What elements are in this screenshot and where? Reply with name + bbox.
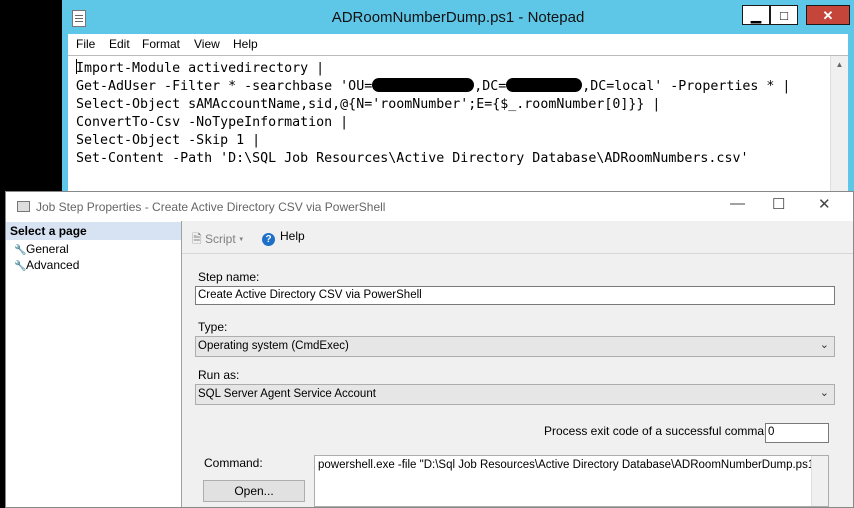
dialog-app-icon xyxy=(17,201,30,212)
chevron-down-icon[interactable]: ▾ xyxy=(239,232,243,246)
select-page-panel: Select a page 🔧General 🔧Advanced xyxy=(6,221,182,507)
scroll-up-arrow-icon[interactable]: ▲ xyxy=(831,56,848,73)
code-line-5: Select-Object -Skip 1 | xyxy=(76,133,261,148)
command-text: powershell.exe -file "D:\Sql Job Resourc… xyxy=(318,459,819,471)
job-step-properties-dialog: Job Step Properties - Create Active Dire… xyxy=(5,191,854,508)
code-line-2-part-1: Get-AdUser -Filter * -searchbase 'OU= xyxy=(76,79,373,94)
dialog-maximize-button[interactable]: ☐ xyxy=(772,195,785,213)
minimize-button[interactable]: ▁ xyxy=(742,5,770,25)
command-textarea[interactable]: powershell.exe -file "D:\Sql Job Resourc… xyxy=(314,455,829,507)
script-label: Script xyxy=(205,232,236,246)
step-name-input[interactable]: Create Active Directory CSV via PowerShe… xyxy=(195,286,835,305)
type-select-value: Operating system (CmdExec) xyxy=(198,340,349,352)
dialog-close-button[interactable]: ✕ xyxy=(818,195,831,213)
help-icon: ? xyxy=(262,233,275,246)
run-as-select[interactable]: SQL Server Agent Service Account ⌄ xyxy=(195,384,835,405)
menu-file[interactable]: File xyxy=(76,37,95,51)
type-select[interactable]: Operating system (CmdExec) ⌄ xyxy=(195,336,835,357)
code-line-1: Import-Module activedirectory | xyxy=(76,61,325,76)
open-button[interactable]: Open... xyxy=(203,480,305,502)
exit-code-label: Process exit code of a successful comman… xyxy=(544,424,781,438)
code-line-3: Select-Object sAMAccountName,sid,@{N='ro… xyxy=(76,97,661,112)
type-label: Type: xyxy=(198,320,228,334)
notepad-title: ADRoomNumberDump.ps1 - Notepad xyxy=(331,9,585,26)
menu-edit[interactable]: Edit xyxy=(109,37,130,51)
dialog-titlebar[interactable]: Job Step Properties - Create Active Dire… xyxy=(6,192,853,221)
menu-view[interactable]: View xyxy=(194,37,220,51)
notepad-menubar: File Edit Format View Help xyxy=(68,34,848,55)
command-label: Command: xyxy=(204,456,263,470)
redacted-ou xyxy=(372,78,475,92)
wrench-icon: 🔧 xyxy=(14,245,27,256)
notepad-text-area[interactable]: Import-Module activedirectory | Get-AdUs… xyxy=(68,55,848,201)
dialog-title: Job Step Properties - Create Active Dire… xyxy=(36,200,386,214)
chevron-down-icon: ⌄ xyxy=(819,339,829,351)
notepad-window: ADRoomNumberDump.ps1 - Notepad ▁ □ ✕ Fil… xyxy=(62,0,854,201)
page-general-label: General xyxy=(26,242,69,256)
notepad-titlebar[interactable]: ADRoomNumberDump.ps1 - Notepad ▁ □ ✕ xyxy=(62,0,854,36)
command-scrollbar[interactable] xyxy=(811,456,828,506)
select-page-header: Select a page xyxy=(6,222,181,240)
wrench-icon: 🔧 xyxy=(14,261,27,272)
step-name-label: Step name: xyxy=(198,270,260,284)
menu-format[interactable]: Format xyxy=(142,37,180,51)
script-icon: 🗎 xyxy=(192,232,202,246)
page-advanced-label: Advanced xyxy=(26,258,80,272)
script-button[interactable]: 🗎 Script ▾ xyxy=(192,230,243,251)
dialog-toolbar: 🗎 Script ▾ ? Help xyxy=(182,221,853,254)
help-button[interactable]: ? Help xyxy=(262,229,305,246)
dialog-minimize-button[interactable]: — xyxy=(730,195,745,212)
page-advanced[interactable]: 🔧Advanced xyxy=(14,258,79,272)
run-as-select-value: SQL Server Agent Service Account xyxy=(198,388,376,400)
menu-help[interactable]: Help xyxy=(233,37,258,51)
chevron-down-icon: ⌄ xyxy=(819,387,829,399)
maximize-button[interactable]: □ xyxy=(770,5,798,25)
help-label: Help xyxy=(280,229,305,243)
redacted-dc xyxy=(506,78,583,92)
code-line-2-part-3: ,DC=local' -Properties * | xyxy=(582,79,791,94)
code-line-6: Set-Content -Path 'D:\SQL Job Resources\… xyxy=(76,151,749,166)
notepad-vertical-scrollbar[interactable]: ▲ xyxy=(830,56,848,201)
run-as-label: Run as: xyxy=(198,368,240,382)
code-line-4: ConvertTo-Csv -NoTypeInformation | xyxy=(76,115,349,130)
general-page-form: Step name: Create Active Directory CSV v… xyxy=(182,254,853,507)
exit-code-input[interactable]: 0 xyxy=(765,423,829,443)
code-line-2-part-2: ,DC= xyxy=(474,79,507,94)
page-general[interactable]: 🔧General xyxy=(14,242,69,256)
close-button[interactable]: ✕ xyxy=(806,5,850,25)
